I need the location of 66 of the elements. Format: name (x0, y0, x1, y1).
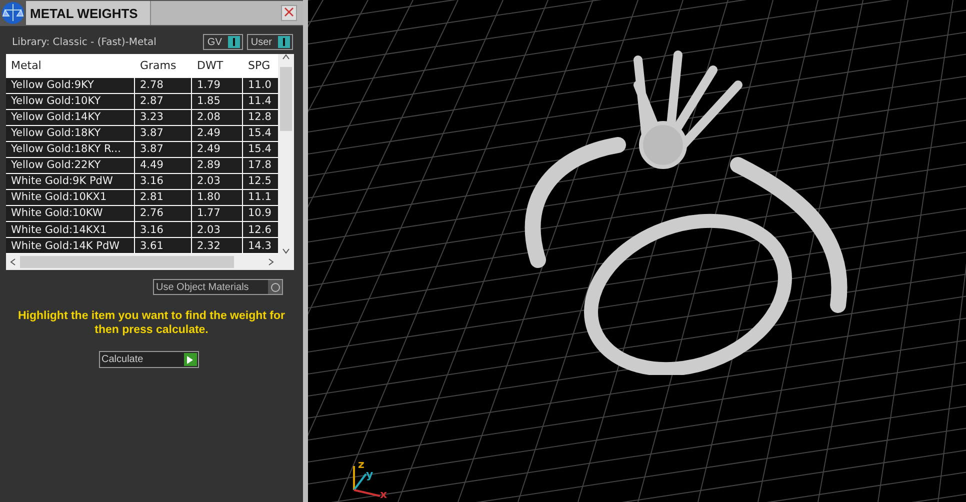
table-cell: 2.49 (192, 126, 243, 141)
table-cell: 2.03 (192, 222, 243, 238)
table-cell: 3.16 (135, 174, 192, 189)
x-axis-label: x (380, 488, 388, 501)
vertical-scrollbar[interactable] (278, 54, 294, 254)
panel-title: METAL WEIGHTS (26, 1, 151, 25)
close-icon (284, 6, 294, 16)
table-cell: 10.9 (243, 206, 278, 221)
table-cell: 3.87 (135, 142, 192, 157)
y-axis-label: y (366, 468, 374, 481)
table-cell: 1.77 (192, 206, 243, 221)
z-axis-label: z (358, 458, 364, 471)
table-cell: 12.6 (243, 222, 278, 238)
table-cell: 4.49 (135, 158, 192, 173)
table-cell: 15.4 (243, 126, 278, 141)
table-cell: 15.4 (243, 142, 278, 157)
table-cell: 2.76 (135, 206, 192, 221)
close-button[interactable] (281, 5, 297, 21)
table-cell: 2.32 (192, 238, 243, 254)
table-cell: 2.87 (135, 94, 192, 109)
table-cell: 14.3 (243, 238, 278, 254)
table-cell: 3.16 (135, 222, 192, 238)
table-cell: White Gold:14K PdW (6, 238, 135, 254)
instruction-text: Highlight the item you want to find the weight for then press calculate. (16, 309, 286, 337)
table-cell: White Gold:14KX1 (6, 222, 135, 238)
table-cell: 3.23 (135, 110, 192, 125)
toggle-button[interactable]: GV (203, 34, 243, 50)
table-cell: Yellow Gold:14KY (6, 110, 135, 125)
scrollbar-thumb[interactable] (280, 67, 292, 131)
table-cell: 11.0 (243, 78, 278, 93)
table-cell: Yellow Gold:9KY (6, 78, 135, 93)
table-cell: 3.61 (135, 238, 192, 254)
table-cell: 2.78 (135, 78, 192, 93)
table-cell: Yellow Gold:22KY (6, 158, 135, 173)
horizontal-scrollbar[interactable] (6, 254, 278, 270)
table-cell: 3.87 (135, 126, 192, 141)
scrollbar-thumb[interactable] (20, 256, 234, 268)
table-cell: Yellow Gold:10KY (6, 94, 135, 109)
table-cell: 12.5 (243, 174, 278, 189)
table-cell: 11.1 (243, 190, 278, 205)
chevron-right-icon[interactable] (268, 258, 274, 266)
table-cell: White Gold:10KX1 (6, 190, 135, 205)
table-cell: 2.03 (192, 174, 243, 189)
table-cell: Yellow Gold:18KY (6, 126, 135, 141)
table-cell: 2.08 (192, 110, 243, 125)
calculate-button[interactable]: Calculate (98, 351, 198, 368)
table-cell: 17.8 (243, 158, 278, 173)
chevron-up-icon[interactable] (282, 54, 290, 60)
chevron-down-icon[interactable] (282, 248, 290, 254)
table-cell: 2.49 (192, 142, 243, 157)
table-cell: 1.80 (192, 190, 243, 205)
library-label: Library: Classic - (Fast)-Metal (12, 36, 158, 48)
scale-icon (1, 1, 25, 25)
table-cell: Yellow Gold:18KY R... (6, 142, 135, 157)
chevron-left-icon[interactable] (10, 258, 16, 266)
table-cell: 1.85 (192, 94, 243, 109)
table-cell: White Gold:9K PdW (6, 174, 135, 189)
play-icon (184, 353, 196, 366)
table-cell: 1.79 (192, 78, 243, 93)
table-cell: 12.8 (243, 110, 278, 125)
toggle-button[interactable]: User (246, 34, 293, 50)
use-object-materials-toggle[interactable]: Use Object Materials (153, 279, 283, 295)
table-cell: 2.89 (192, 158, 243, 173)
table-cell: 11.4 (243, 94, 278, 109)
table-cell: White Gold:10KW (6, 206, 135, 221)
table-cell: 2.81 (135, 190, 192, 205)
